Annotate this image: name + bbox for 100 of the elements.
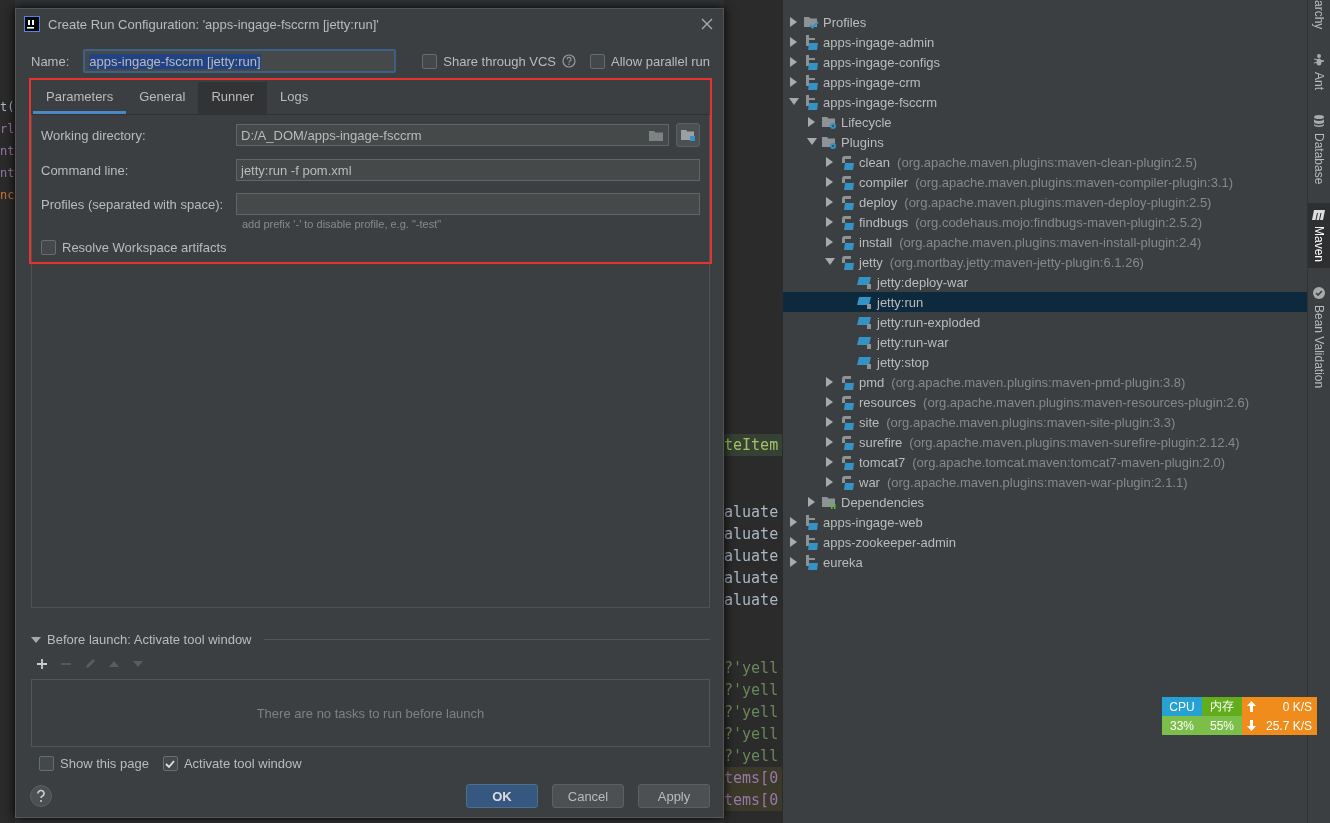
tree-item-label: deploy: [859, 194, 898, 210]
tool-window-tab[interactable]: archy: [1308, 0, 1330, 36]
code-fragment: ?'yell: [724, 702, 780, 723]
tree-row[interactable]: pmd (org.apache.maven.plugins:maven-pmd-plugin:3.8): [783, 372, 1307, 392]
dialog-button[interactable]: OK: [466, 784, 538, 808]
tree-row[interactable]: apps-ingage-configs: [783, 52, 1307, 72]
tree-row[interactable]: war (org.apache.maven.plugins:maven-war-plugin:2.1.1): [783, 472, 1307, 492]
ant-icon: [1312, 53, 1326, 68]
tree-row[interactable]: jetty:deploy-war: [783, 272, 1307, 292]
checkbox-label[interactable]: Show this page: [60, 756, 149, 771]
dialog-button[interactable]: Apply: [638, 784, 710, 808]
tool-window-tab[interactable]: Database: [1308, 108, 1330, 191]
tree-row[interactable]: deploy (org.apache.maven.plugins:maven-deploy-plugin:2.5): [783, 192, 1307, 212]
code-fragment: rl: [0, 121, 15, 138]
checkbox[interactable]: [422, 53, 438, 69]
tree-row[interactable]: jetty:stop: [783, 352, 1307, 372]
collapse-arrow-icon[interactable]: [805, 137, 819, 147]
tree-item-label: apps-ingage-admin: [823, 34, 935, 50]
tree-row[interactable]: Profiles: [783, 12, 1307, 32]
tree-row[interactable]: jetty (org.mortbay.jetty:maven-jetty-plugin:6.1.26): [783, 252, 1307, 272]
cpu-usage: 33%: [1162, 716, 1202, 735]
collapse-arrow-icon[interactable]: [787, 97, 801, 107]
tab[interactable]: Logs: [267, 82, 322, 114]
cpu-label: CPU: [1162, 697, 1202, 716]
tree-item-label: resources: [859, 394, 917, 410]
close-icon[interactable]: [701, 18, 713, 30]
tool-window-tab[interactable]: Ant: [1308, 47, 1330, 97]
tree-row[interactable]: apps-ingage-crm: [783, 72, 1307, 92]
plugin-icon: [839, 174, 855, 190]
code-fragment: t(: [0, 99, 15, 116]
tree-item-label: apps-ingage-configs: [823, 54, 941, 70]
tool-window-tab[interactable]: Maven: [1308, 202, 1330, 268]
tree-row[interactable]: apps-zookeeper-admin: [783, 532, 1307, 552]
tree-row[interactable]: Plugins: [783, 132, 1307, 152]
help-icon[interactable]: [30, 785, 52, 807]
code-fragment: nt: [0, 165, 15, 182]
tree-row[interactable]: site (org.apache.maven.plugins:maven-site-plugin:3.3): [783, 412, 1307, 432]
tree-item-label: clean: [859, 154, 891, 170]
tree-row[interactable]: resources (org.apache.maven.plugins:maven-resources-plugin:2.6): [783, 392, 1307, 412]
tree-item-label: install: [859, 234, 893, 250]
tree-row[interactable]: compiler (org.apache.maven.plugins:maven-compiler-plugin:3.1): [783, 172, 1307, 192]
tree-item-label: jetty:stop: [877, 354, 930, 370]
checkbox-label[interactable]: Resolve Workspace artifacts: [62, 240, 227, 255]
tree-item-label: jetty:run: [877, 294, 924, 310]
code-fragment: tems[0: [724, 767, 782, 789]
tree-row[interactable]: apps-ingage-fsccrm: [783, 92, 1307, 112]
text-field[interactable]: jetty:run -f pom.xml: [236, 159, 700, 181]
checkbox[interactable]: [162, 756, 178, 771]
tree-row[interactable]: Lifecycle: [783, 112, 1307, 132]
tree-row[interactable]: eureka: [783, 552, 1307, 572]
tree-item-label: apps-zookeeper-admin: [823, 534, 956, 550]
tab[interactable]: Runner: [198, 82, 268, 114]
tree-row[interactable]: tomcat7 (org.apache.tomcat.maven:tomcat7-maven-plugin:2.0): [783, 452, 1307, 472]
plugin-icon: [839, 474, 855, 490]
tool-window-tab[interactable]: Bean Validation: [1308, 279, 1330, 394]
plugin-coordinates: (org.codehaus.mojo:findbugs-maven-plugin:2.5.2): [915, 214, 1203, 230]
folder-gear-icon: [821, 134, 837, 150]
collapse-arrow-icon[interactable]: [31, 635, 41, 644]
tree-row[interactable]: Dependencies: [783, 492, 1307, 512]
checkbox-label[interactable]: Activate tool window: [183, 756, 302, 771]
download-arrow-icon: [1247, 720, 1256, 731]
checkbox-label[interactable]: Allow parallel run: [611, 53, 710, 69]
module-icon: [803, 94, 819, 110]
code-fragment: aluate: [724, 524, 780, 545]
module-icon: [803, 54, 819, 70]
code-fragment: aluate: [724, 502, 780, 523]
add-icon[interactable]: [35, 658, 49, 670]
tree-item-label: war: [859, 474, 880, 490]
text-field[interactable]: [236, 193, 700, 215]
tree-row[interactable]: jetty:run-exploded: [783, 312, 1307, 332]
tree-row[interactable]: apps-ingage-web: [783, 512, 1307, 532]
tree-row[interactable]: clean (org.apache.maven.plugins:maven-clean-plugin:2.5): [783, 152, 1307, 172]
tree-row[interactable]: install (org.apache.maven.plugins:maven-install-plugin:2.4): [783, 232, 1307, 252]
code-fragment: aluate: [724, 590, 780, 611]
checkbox-label[interactable]: Share through VCS: [443, 53, 556, 69]
checkbox[interactable]: [590, 53, 605, 69]
code-fragment: aluate: [724, 568, 780, 589]
memory-label: 内存: [1202, 697, 1242, 716]
module-icon: [803, 534, 819, 550]
help-icon[interactable]: [562, 54, 576, 68]
tree-row[interactable]: findbugs (org.codehaus.mojo:findbugs-maven-plugin:2.5.2): [783, 212, 1307, 232]
directory-field[interactable]: D:/A_DOM/apps-ingage-fsccrm: [236, 124, 669, 146]
folder-icon[interactable]: [648, 128, 664, 142]
folder-icon: [680, 128, 696, 142]
name-field[interactable]: apps-ingage-fsccrm [jetty:run]: [83, 49, 397, 73]
collapse-arrow-icon[interactable]: [823, 257, 837, 267]
dialog-title: Create Run Configuration: 'apps-ingage-fsccrm [jetty:run]': [48, 16, 380, 32]
dialog-button[interactable]: Cancel: [552, 784, 624, 808]
checkbox[interactable]: [39, 756, 54, 771]
module-icon: [803, 514, 819, 530]
tree-item-label: pmd: [859, 374, 885, 390]
tree-row[interactable]: jetty:run-war: [783, 332, 1307, 352]
checkbox[interactable]: [41, 240, 56, 255]
tree-row[interactable]: apps-ingage-admin: [783, 32, 1307, 52]
plugin-coordinates: (org.apache.maven.plugins:maven-compiler-plugin:3.1): [915, 174, 1234, 190]
tab[interactable]: General: [126, 82, 199, 114]
tree-row[interactable]: jetty:run: [783, 292, 1307, 312]
tree-row[interactable]: surefire (org.apache.maven.plugins:maven-surefire-plugin:2.12.4): [783, 432, 1307, 452]
browse-button[interactable]: [676, 123, 700, 147]
tab[interactable]: Parameters: [33, 82, 127, 114]
